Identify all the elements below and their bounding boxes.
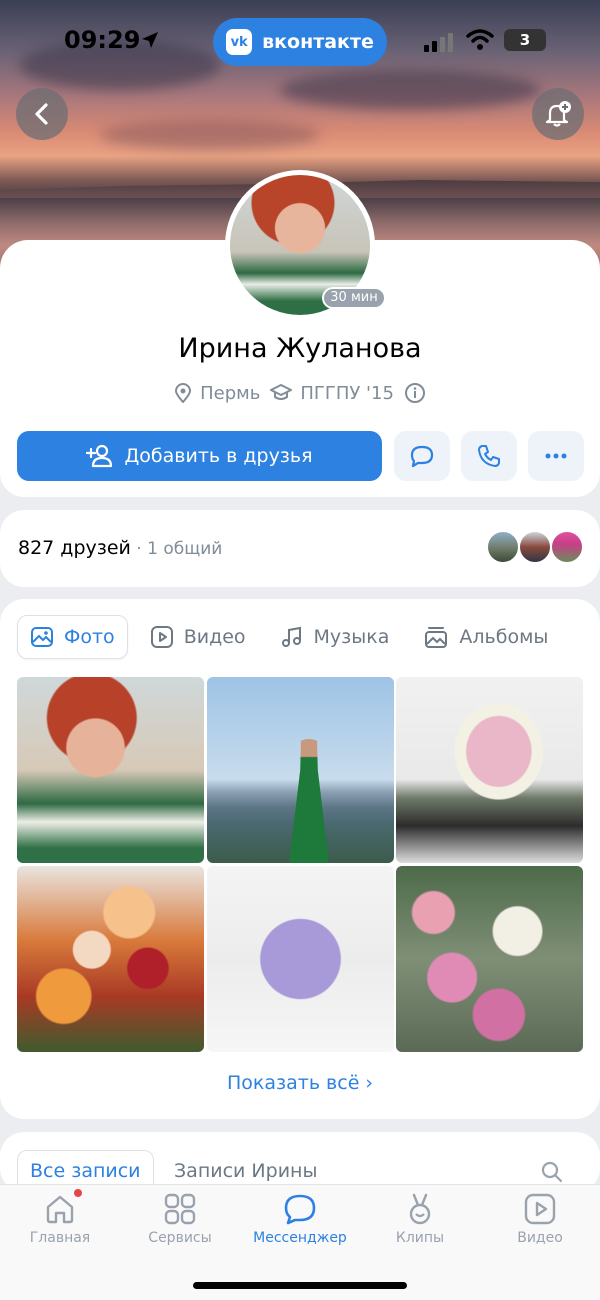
bell-plus-icon [545, 101, 571, 127]
message-button[interactable] [394, 431, 450, 481]
messenger-icon [284, 1194, 316, 1225]
last-seen-badge: 30 мин [322, 287, 386, 309]
chat-bubble-icon [410, 445, 434, 468]
notification-dot [74, 1189, 82, 1197]
more-horizontal-icon [545, 453, 567, 459]
add-user-icon [86, 444, 113, 468]
battery-indicator: 3 [504, 29, 546, 51]
video-icon [150, 626, 173, 648]
city-info[interactable]: Пермь [174, 383, 260, 404]
profile-name: Ирина Жуланова [178, 333, 422, 364]
photo-thumbnail[interactable] [207, 866, 394, 1052]
photo-thumbnail[interactable] [17, 866, 204, 1052]
friends-summary[interactable]: 827 друзей · 1 общий [18, 537, 222, 559]
location-pin-icon [175, 383, 192, 403]
chevron-left-icon [35, 103, 48, 125]
media-tabs: Фото Видео Музыка Альбомы [17, 615, 560, 659]
location-arrow-icon [142, 32, 158, 48]
vk-app-pill[interactable]: vk вконтакте [213, 18, 387, 66]
clips-icon [409, 1193, 431, 1225]
albums-icon [425, 627, 448, 648]
tab-music[interactable]: Музыка [268, 615, 402, 659]
tab-photo[interactable]: Фото [17, 615, 128, 659]
add-friend-button[interactable]: Добавить в друзья [17, 431, 382, 481]
photo-icon [31, 627, 53, 647]
profile-meta: Пермь ПГГПУ '15 [0, 382, 600, 404]
photo-thumbnail[interactable] [396, 866, 583, 1052]
friend-avatar[interactable] [486, 530, 520, 564]
nav-services[interactable]: Сервисы [120, 1192, 240, 1252]
wifi-icon [466, 29, 494, 50]
show-all-link[interactable]: Показать всё › [0, 1072, 600, 1094]
graduation-cap-icon [270, 384, 293, 400]
info-icon[interactable] [404, 382, 426, 404]
nav-clips[interactable]: Клипы [360, 1192, 480, 1252]
video-icon [524, 1193, 556, 1225]
cellular-signal-icon [424, 33, 453, 52]
vk-logo-icon: vk [226, 29, 253, 55]
tab-video[interactable]: Видео [138, 615, 258, 659]
app-pill-label: вконтакте [262, 31, 374, 53]
subscribe-notifications-button[interactable] [532, 88, 584, 140]
photo-thumbnail[interactable] [17, 677, 204, 863]
tab-albums[interactable]: Альбомы [411, 615, 560, 659]
university-info[interactable]: ПГГПУ '15 [270, 383, 394, 404]
friend-avatar[interactable] [550, 530, 584, 564]
call-button[interactable] [461, 431, 517, 481]
nav-home[interactable]: Главная [0, 1192, 120, 1252]
nav-messenger[interactable]: Мессенджер [240, 1192, 360, 1252]
photo-thumbnail[interactable] [207, 677, 394, 863]
friend-avatar[interactable] [518, 530, 552, 564]
more-button[interactable] [528, 431, 584, 481]
home-indicator [193, 1282, 407, 1289]
friends-count: 827 друзей [18, 537, 131, 559]
nav-video[interactable]: Видео [480, 1192, 600, 1252]
music-icon [281, 626, 301, 647]
phone-icon [478, 445, 500, 467]
search-icon[interactable] [540, 1160, 564, 1184]
photo-thumbnail[interactable] [396, 677, 583, 863]
status-time: 09:29 [64, 26, 141, 54]
status-bar: 09:29 vk вконтакте 3 [0, 18, 600, 66]
mutual-friends: · 1 общий [130, 539, 223, 559]
services-icon [164, 1193, 196, 1225]
home-icon [46, 1195, 74, 1224]
back-button[interactable] [16, 88, 68, 140]
